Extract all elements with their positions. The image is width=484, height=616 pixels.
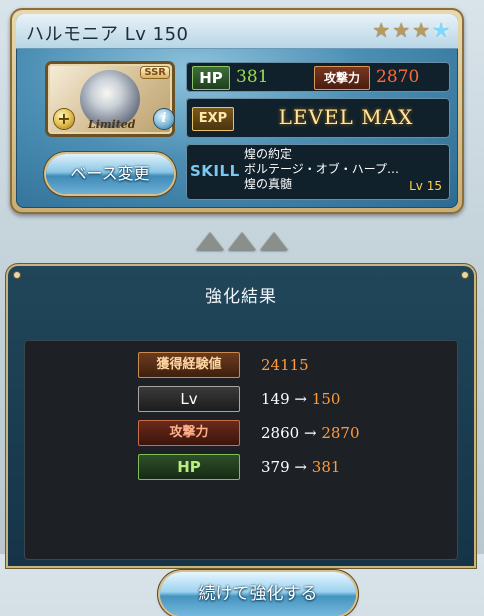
arrow-icon: → <box>294 458 307 476</box>
arrow-icon: → <box>294 390 307 408</box>
star-icon: ★ <box>412 18 431 42</box>
rarity-stars: ★ ★ ★ ★ <box>372 19 450 41</box>
level-max-label: LEVEL MAX <box>278 105 414 129</box>
arrow-icon: → <box>303 424 317 442</box>
skill-item: ボルテージ・オブ・ハープ… <box>244 162 400 176</box>
continue-upgrade-button[interactable]: 続けて強化する <box>160 572 356 616</box>
result-label-atk: 攻撃力 <box>138 420 240 446</box>
blue-star-icon: ★ <box>432 18 450 42</box>
exp-gained-value: 24115 <box>261 356 309 374</box>
arrow-indicator <box>0 232 484 250</box>
star-icon: ★ <box>392 18 411 42</box>
triangle-icon <box>196 232 224 250</box>
character-name: ハルモニア Lv 150 <box>26 20 189 46</box>
atk-tag: 攻撃力 <box>314 66 370 90</box>
rivet-decoration <box>462 272 468 278</box>
result-value-atk: 2860 → 2870 <box>261 421 360 445</box>
skill-panel[interactable]: SKILL 煌の約定 ボルテージ・オブ・ハープ… 煌の真髄 Lv 15 <box>186 144 450 200</box>
triangle-icon <box>260 232 288 250</box>
result-box: 獲得経験値 24115 Lv 149 → 150 攻撃力 2860 → 2870… <box>24 340 458 616</box>
hp-tag: HP <box>192 66 230 90</box>
rivet-decoration <box>14 272 20 278</box>
exp-panel: EXP LEVEL MAX <box>186 98 450 138</box>
atk-after: 2870 <box>321 424 360 442</box>
character-card-inner: ハルモニア Lv 150 ★ ★ ★ ★ SSR Limited + i ベース… <box>16 14 458 208</box>
hp-value: 381 <box>236 67 269 87</box>
triangle-icon <box>228 232 256 250</box>
hp-before: 379 <box>261 458 290 476</box>
skill-item: 煌の約定 <box>244 147 293 161</box>
ssr-badge: SSR <box>141 67 169 78</box>
plus-icon[interactable]: + <box>54 109 74 129</box>
character-level: Lv 150 <box>124 24 189 45</box>
atk-value: 2870 <box>376 67 420 87</box>
result-value-hp: 379 → 381 <box>261 455 340 479</box>
hp-after: 381 <box>311 458 341 476</box>
exp-tag: EXP <box>192 107 234 131</box>
result-label-exp: 獲得経験値 <box>138 352 240 378</box>
limited-label: Limited <box>88 118 136 131</box>
star-icon: ★ <box>372 18 391 42</box>
result-value-lv: 149 → 150 <box>261 387 340 411</box>
atk-before: 2860 <box>261 424 300 442</box>
upgrade-result-panel: 強化結果 獲得経験値 24115 Lv 149 → 150 攻撃力 2860 →… <box>8 266 474 616</box>
result-title: 強化結果 <box>205 287 277 307</box>
skill-level: Lv 15 <box>409 179 442 193</box>
character-card: ハルモニア Lv 150 ★ ★ ★ ★ SSR Limited + i ベース… <box>10 8 464 214</box>
result-label-lv: Lv <box>138 386 240 412</box>
result-value-exp: 24115 <box>261 353 309 377</box>
info-icon[interactable]: i <box>154 109 174 129</box>
result-label-hp: HP <box>138 454 240 480</box>
lv-before: 149 <box>261 390 290 408</box>
lv-after: 150 <box>311 390 341 408</box>
change-base-button[interactable]: ベース変更 <box>46 154 174 194</box>
skill-tag: SKILL <box>190 162 240 180</box>
hp-atk-panel: HP 381 攻撃力 2870 <box>186 62 450 92</box>
character-title-bar: ハルモニア Lv 150 ★ ★ ★ ★ <box>16 14 458 49</box>
character-name-text: ハルモニア <box>26 24 119 45</box>
